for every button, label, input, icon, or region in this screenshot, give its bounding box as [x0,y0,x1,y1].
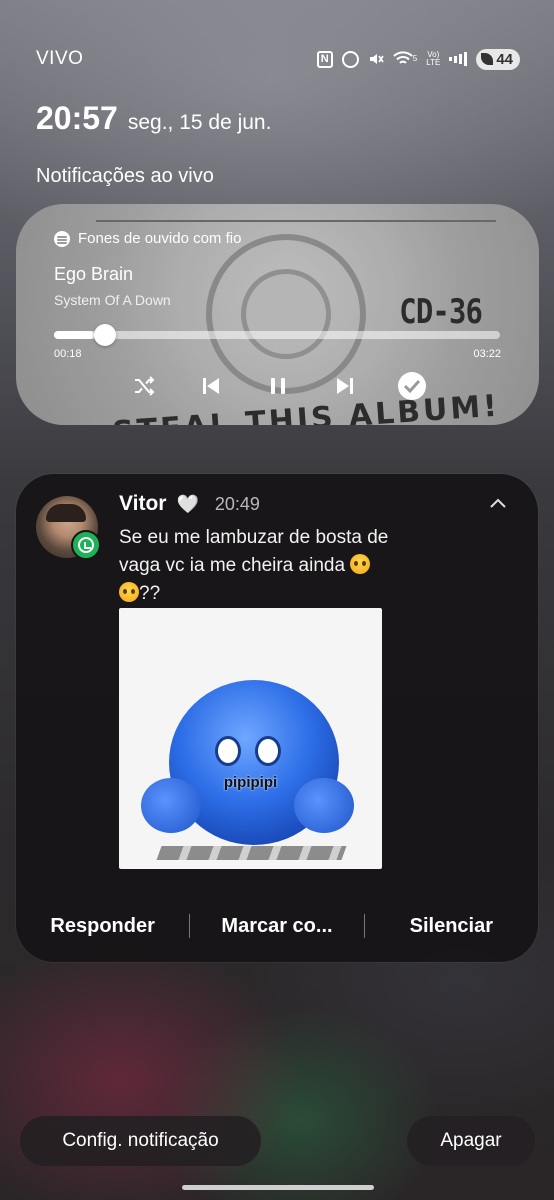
media-controls [128,370,428,402]
signal-icon [449,51,468,67]
whatsapp-icon [71,530,101,560]
track-artist: System Of A Down [54,292,171,308]
time-elapsed: 00:18 [54,348,82,360]
seek-bar[interactable] [54,324,500,346]
time-total: 03:22 [473,348,501,360]
track-title: Ego Brain [54,264,134,284]
sticker-eye-left [215,736,241,766]
home-indicator[interactable] [182,1185,374,1190]
notification-settings-button[interactable]: Config. notificação [20,1116,261,1166]
volte-label-bottom: LTE [426,58,441,67]
message-text: Se eu me lambuzar de bosta de vaga vc ia… [119,524,449,608]
message-line-1: Se eu me lambuzar de bosta de [119,527,389,548]
clock-time: 20:57 [36,100,118,136]
media-output-source[interactable]: Fones de ouvido com fio [54,230,241,247]
pleading-face-emoji [350,554,371,574]
notification-actions: Responder Marcar co... Silenciar [16,906,538,946]
battery-saver-icon [481,53,494,65]
media-player-card[interactable]: CD-36 STEAL THIS ALBUM! Fones de ouvido … [16,204,539,425]
carrier-name: VIVO [36,48,84,69]
media-source-label: Fones de ouvido com fio [78,230,242,247]
chevron-up-icon[interactable] [488,494,508,514]
sender-name: Vitor [119,492,167,515]
mute-button[interactable]: Silenciar [365,915,538,938]
seek-bar-thumb[interactable] [94,324,117,346]
previous-icon[interactable] [195,370,227,402]
next-icon[interactable] [329,370,361,402]
battery-icon: 44 [476,48,520,70]
seek-bar-fill [54,331,95,339]
battery-level: 44 [496,50,513,68]
mute-icon [368,51,384,67]
reply-button[interactable]: Responder [16,915,189,938]
status-icons: N 5 Vo) LTE 44 [316,48,520,70]
alarm-icon [341,50,359,68]
spotify-icon [54,230,70,247]
network-type-label: 5 [412,54,418,63]
mark-as-read-button[interactable]: Marcar co... [190,915,363,938]
check-icon[interactable] [396,370,428,402]
clock-date: seg., 15 de jun. [127,111,272,134]
notification-header: Vitor 🤍 20:49 [119,492,260,516]
wifi-icon: 5 [393,51,417,67]
avatar-hair [46,504,86,522]
sticker-eye-right [255,736,281,766]
sticker-floor [156,846,347,860]
pleading-face-emoji [119,582,139,602]
lockscreen-datetime: 20:57 seg., 15 de jun. [36,100,271,137]
message-line-3: ?? [139,583,161,604]
volte-icon: Vo) LTE [426,51,440,67]
live-notifications-label: Notificações ao vivo [36,165,214,187]
sticker-caption: pipipipi [223,774,278,791]
shuffle-icon[interactable] [128,370,160,402]
status-bar: VIVO N 5 Vo) LTE 44 [36,44,520,74]
nfc-icon: N [316,50,333,68]
white-heart-emoji: 🤍 [176,493,199,514]
message-line-2: vaga vc ia me cheira ainda [119,555,346,576]
message-time: 20:49 [214,493,260,514]
pause-icon[interactable] [262,370,294,402]
clear-all-button[interactable]: Apagar [407,1116,535,1166]
whatsapp-notification[interactable]: Vitor 🤍 20:49 Se eu me lambuzar de bosta… [16,474,538,962]
sticker-image[interactable]: pipipipi [119,608,382,869]
